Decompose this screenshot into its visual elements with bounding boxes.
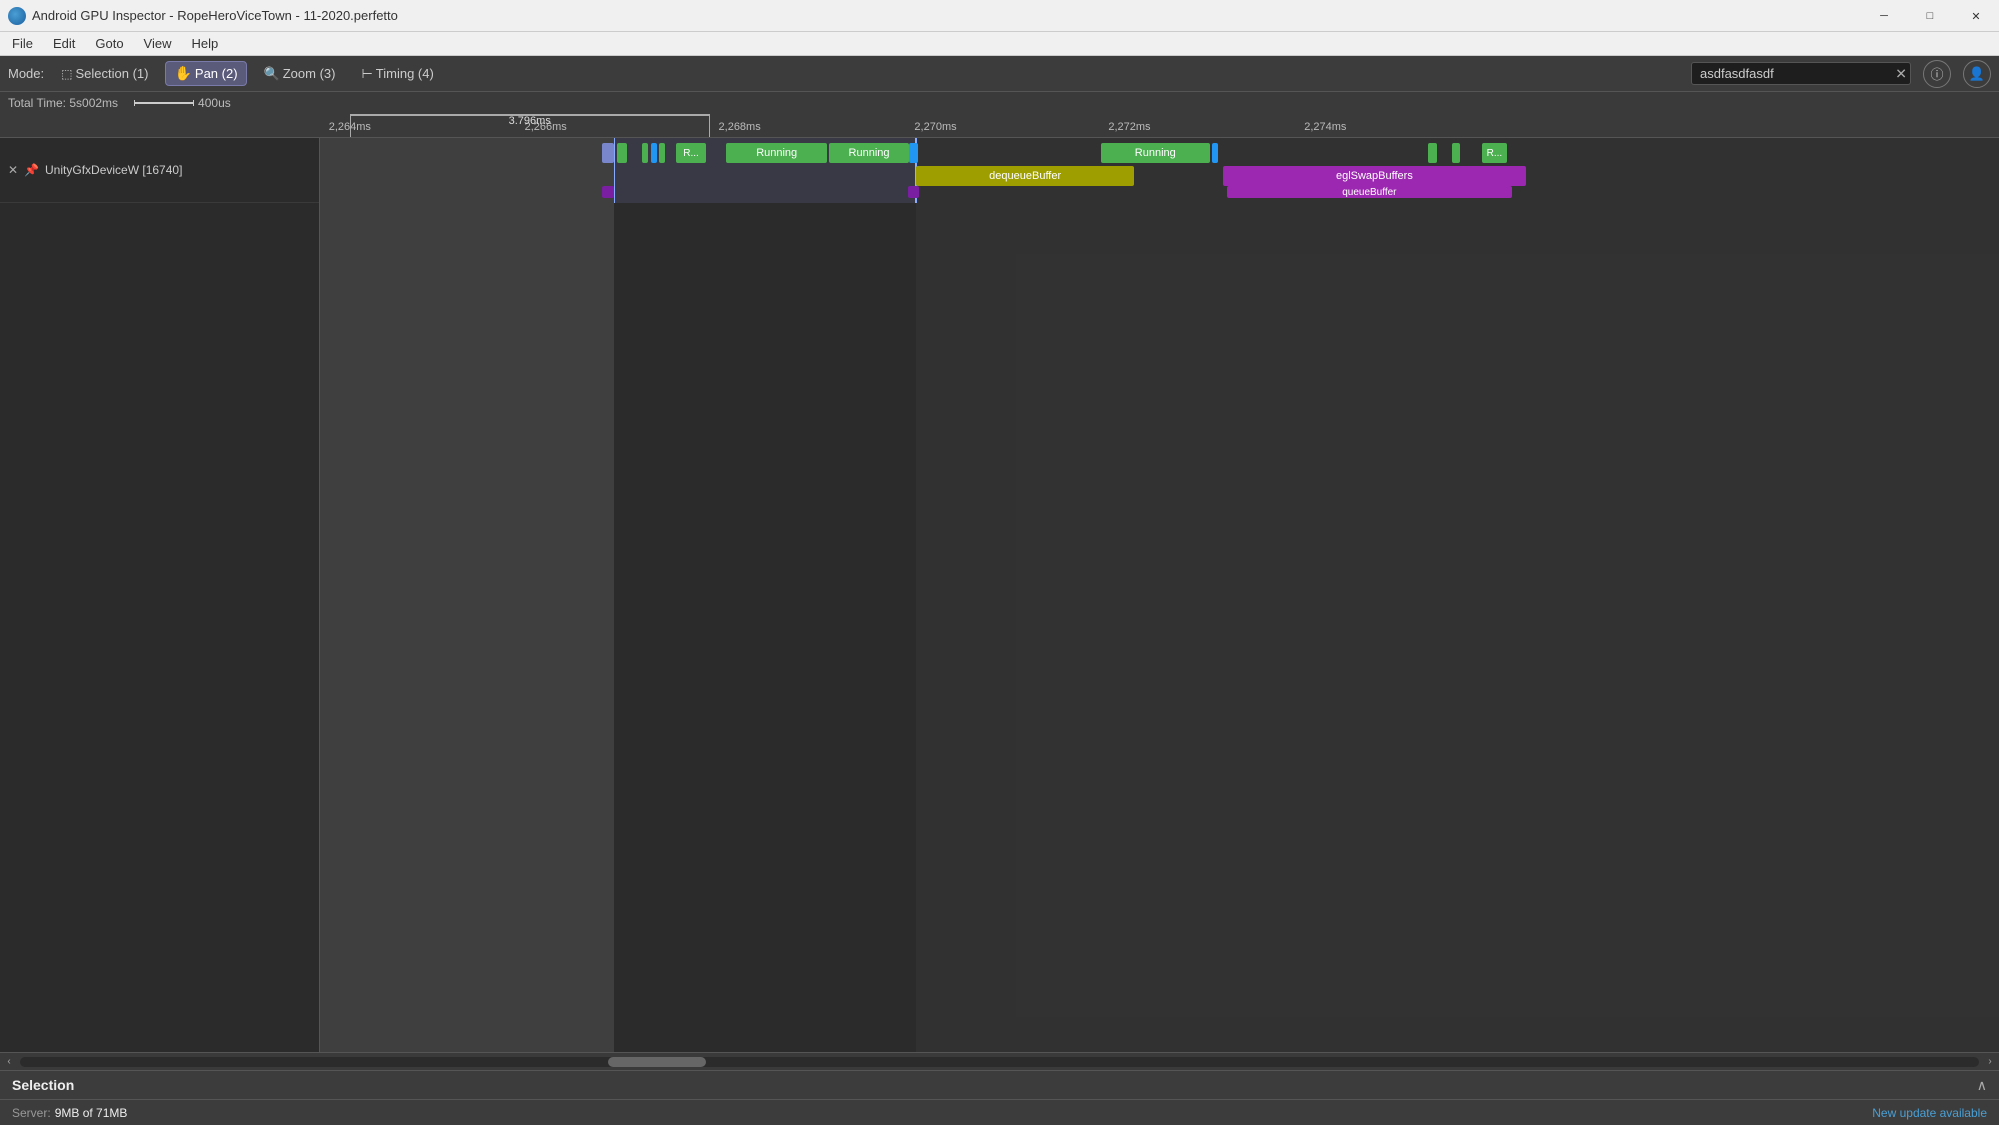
- timeline-header: Total Time: 5s002ms 400us 2,264ms 2,266m…: [0, 92, 1999, 138]
- mode-label: Mode:: [8, 66, 44, 81]
- search-clear-button[interactable]: ✕: [1895, 65, 1907, 82]
- cursor-line-left: [614, 138, 615, 203]
- selection-icon: ⬚: [61, 67, 72, 81]
- server-value: 9MB of 71MB: [55, 1106, 128, 1120]
- scale-indicator: 400us: [134, 96, 231, 110]
- event-bar-queue: queueBuffer: [1227, 186, 1512, 198]
- total-time-label: Total Time: 5s002ms: [8, 96, 118, 110]
- event-bar-blue-2: [651, 143, 657, 163]
- selection-title: Selection: [12, 1077, 74, 1093]
- event-bar-blue-4: [1212, 143, 1219, 163]
- event-bar-blue-3: [909, 143, 917, 163]
- menu-view[interactable]: View: [136, 34, 180, 53]
- main-content: Total Time: 5s002ms 400us 2,264ms 2,266m…: [0, 92, 1999, 1125]
- info-button[interactable]: ⓘ: [1923, 60, 1951, 88]
- toolbar: Mode: ⬚ Selection (1) ✋ Pan (2) 🔍 Zoom (…: [0, 56, 1999, 92]
- total-time-row: Total Time: 5s002ms 400us: [0, 92, 1999, 114]
- left-panel: ✕ 📌 UnityGfxDeviceW [16740]: [0, 138, 320, 1052]
- event-bar-egl-swap: eglSwapBuffers: [1223, 166, 1525, 186]
- timing-icon: ⊢: [361, 66, 372, 82]
- scrollbar-area: ‹ ›: [0, 1052, 1999, 1070]
- selection-bracket: [350, 114, 710, 137]
- selection-panel: Selection ∧ Server: 9MB of 71MB New upda…: [0, 1070, 1999, 1125]
- event-bar-green-1: [617, 143, 627, 163]
- event-bar-dequeue: dequeueBuffer: [916, 166, 1134, 186]
- time-tick-4: 2,272ms: [1108, 121, 1150, 133]
- zoom-label: Zoom (3): [283, 66, 336, 81]
- time-tick-3: 2,270ms: [914, 121, 956, 133]
- scrollbar-thumb[interactable]: [608, 1057, 706, 1067]
- update-notice-link[interactable]: New update available: [1872, 1106, 1987, 1120]
- timeline-section: Total Time: 5s002ms 400us 2,264ms 2,266m…: [0, 92, 1999, 1070]
- account-button[interactable]: 👤: [1963, 60, 1991, 88]
- track-pin-button[interactable]: 📌: [24, 163, 39, 177]
- minimize-button[interactable]: ─: [1861, 0, 1907, 32]
- event-bar-green-4: [1428, 143, 1436, 163]
- event-bar-green-2: [642, 143, 648, 163]
- mode-selection-button[interactable]: ⬚ Selection (1): [52, 62, 157, 85]
- maximize-button[interactable]: □: [1907, 0, 1953, 32]
- time-tick-2: 2,268ms: [719, 121, 761, 133]
- time-tick-5: 2,274ms: [1304, 121, 1346, 133]
- app-icon: [8, 7, 26, 25]
- event-bar-blue-left: [602, 143, 614, 163]
- event-bar-running-2: Running: [829, 143, 910, 163]
- scroll-right-button[interactable]: ›: [1981, 1053, 1999, 1071]
- scale-line: [134, 102, 194, 104]
- tracks-section: ✕ 📌 UnityGfxDeviceW [16740]: [0, 138, 1999, 1052]
- server-info: Server: 9MB of 71MB: [12, 1106, 127, 1120]
- menu-goto[interactable]: Goto: [87, 34, 131, 53]
- event-bar-running-short: R...: [676, 143, 706, 163]
- timing-label: Timing (4): [376, 66, 434, 81]
- close-button[interactable]: ✕: [1953, 0, 1999, 32]
- selection-content: Server: 9MB of 71MB New update available: [0, 1100, 1999, 1125]
- menu-help[interactable]: Help: [184, 34, 227, 53]
- pan-icon: ✋: [174, 65, 191, 82]
- menu-file[interactable]: File: [4, 34, 41, 53]
- event-bar-green-3: [659, 143, 665, 163]
- scrollbar-track[interactable]: [20, 1057, 1979, 1067]
- selection-label: Selection (1): [75, 66, 148, 81]
- window-title: Android GPU Inspector - RopeHeroViceTown…: [32, 8, 1991, 23]
- track-row-unity-gfx: ✕ 📌 UnityGfxDeviceW [16740]: [0, 138, 319, 203]
- right-panel[interactable]: R... Running Running Running R...: [320, 138, 1999, 1052]
- menu-edit[interactable]: Edit: [45, 34, 83, 53]
- event-bar-running-1: Running: [726, 143, 827, 163]
- zoom-icon: 🔍: [264, 66, 280, 82]
- search-input[interactable]: [1691, 62, 1911, 85]
- empty-area: [320, 203, 1999, 1052]
- mode-pan-button[interactable]: ✋ Pan (2): [165, 61, 246, 86]
- search-container: ✕: [1691, 62, 1911, 85]
- event-bar-purple-1: [602, 186, 614, 198]
- time-ruler: 2,264ms 2,266ms 3.796ms 2,268ms 2,270ms …: [0, 114, 1999, 137]
- track-events: R... Running Running Running R...: [320, 138, 1999, 203]
- track-label-unity-gfx: ✕ 📌 UnityGfxDeviceW [16740]: [8, 163, 182, 177]
- selection-collapse-button[interactable]: ∧: [1977, 1077, 1987, 1094]
- server-label: Server:: [12, 1106, 51, 1120]
- title-bar: Android GPU Inspector - RopeHeroViceTown…: [0, 0, 1999, 32]
- scale-value: 400us: [198, 96, 231, 110]
- event-bar-purple-2: [908, 186, 920, 198]
- selection-panel-header: Selection ∧: [0, 1071, 1999, 1100]
- pan-label: Pan (2): [195, 66, 238, 81]
- mode-timing-button[interactable]: ⊢ Timing (4): [352, 62, 442, 86]
- gray-column-selection: [614, 203, 916, 1052]
- event-bar-running-short-right: R...: [1482, 143, 1507, 163]
- event-bar-green-5: [1452, 143, 1460, 163]
- event-bar-running-3: Running: [1101, 143, 1210, 163]
- track-label-text: UnityGfxDeviceW [16740]: [45, 163, 182, 177]
- scroll-left-button[interactable]: ‹: [0, 1053, 18, 1071]
- mode-zoom-button[interactable]: 🔍 Zoom (3): [255, 62, 345, 86]
- window-controls: ─ □ ✕: [1861, 0, 1999, 32]
- menu-bar: File Edit Goto View Help: [0, 32, 1999, 56]
- track-collapse-button[interactable]: ✕: [8, 163, 18, 177]
